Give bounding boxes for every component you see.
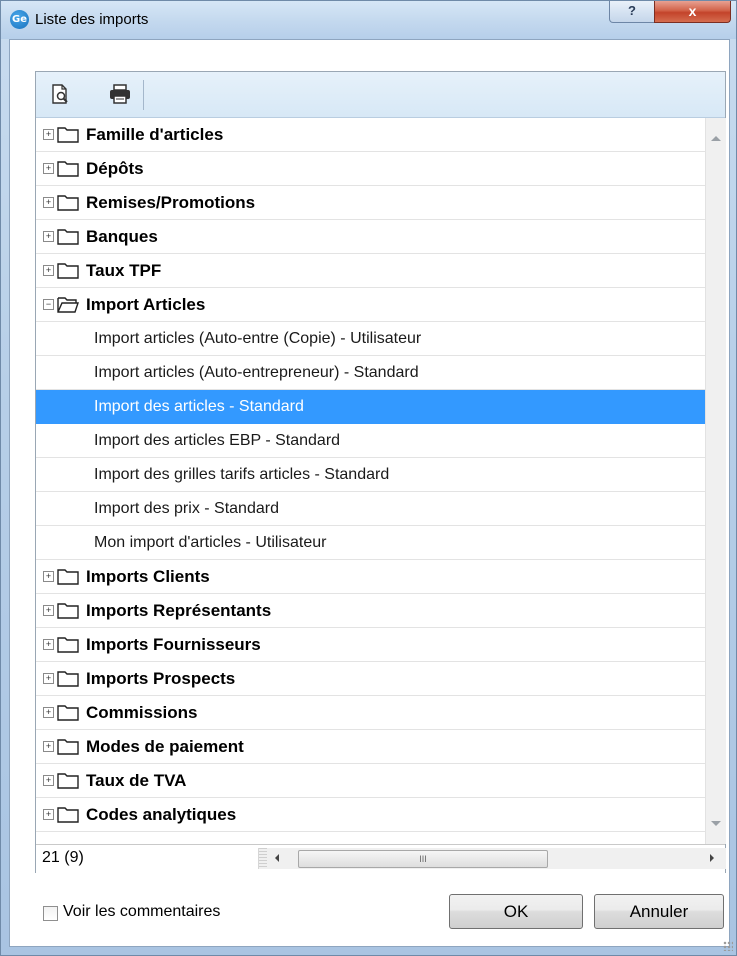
expand-icon[interactable]: + xyxy=(43,741,54,752)
folder-icon xyxy=(57,805,79,823)
folder-icon xyxy=(57,703,79,721)
app-logo-icon: Ge xyxy=(10,10,29,29)
expand-icon[interactable]: + xyxy=(43,809,54,820)
collapse-icon[interactable]: − xyxy=(43,299,54,310)
folder-icon xyxy=(57,737,79,755)
tree-item-row[interactable]: Import des prix - Standard xyxy=(36,492,705,526)
item-count: 21 (9) xyxy=(42,849,84,866)
expand-icon[interactable]: + xyxy=(43,197,54,208)
tree-item-row[interactable]: Mon import d'articles - Utilisateur xyxy=(36,526,705,560)
tree-group-label: Imports Fournisseurs xyxy=(86,635,261,654)
tree-item-row[interactable]: Import articles (Auto-entrepreneur) - St… xyxy=(36,356,705,390)
show-comments-label[interactable]: Voir les commentaires xyxy=(63,903,220,921)
tree-group-row[interactable]: + Codes analytiques xyxy=(36,798,705,832)
tree-item-row[interactable]: Import articles (Auto-entre (Copie) - Ut… xyxy=(36,322,705,356)
close-button[interactable]: x xyxy=(654,1,731,23)
tree-group-label: Imports Représentants xyxy=(86,601,272,620)
expand-icon[interactable]: + xyxy=(43,163,54,174)
scroll-down-icon[interactable] xyxy=(711,821,721,826)
toolbar xyxy=(36,72,725,118)
folder-icon xyxy=(57,125,79,143)
tree-group-row[interactable]: + Imports Représentants xyxy=(36,594,705,628)
expand-icon[interactable]: + xyxy=(43,707,54,718)
scroll-right-icon[interactable] xyxy=(710,854,714,862)
folder-icon xyxy=(57,159,79,177)
tree-group-label: Taux TPF xyxy=(86,261,162,280)
show-comments-checkbox[interactable] xyxy=(43,906,58,921)
help-button[interactable]: ? xyxy=(609,1,655,23)
tree-group-row[interactable]: + Remises/Promotions xyxy=(36,186,705,220)
expand-icon[interactable]: + xyxy=(43,231,54,242)
ok-button[interactable]: OK xyxy=(449,894,583,929)
folder-icon xyxy=(57,771,79,789)
tree-group-label: Import Articles xyxy=(86,295,206,314)
folder-icon xyxy=(57,227,79,245)
tree-item-label: Import des grilles tarifs articles - Sta… xyxy=(94,466,390,483)
tree-group-label: Modes de paiement xyxy=(86,737,244,756)
toolbar-separator xyxy=(143,80,144,110)
tree-group-label: Commissions xyxy=(86,703,198,722)
folder-icon xyxy=(57,193,79,211)
folder-icon xyxy=(57,261,79,279)
import-tree[interactable]: + Famille d'articles + Dépôts + Remises/Promo… xyxy=(36,118,705,844)
tree-group-row[interactable]: + Banques xyxy=(36,220,705,254)
tree-group-label: Banques xyxy=(86,227,158,246)
expand-icon[interactable]: + xyxy=(43,673,54,684)
printer-icon[interactable] xyxy=(108,82,132,106)
tree-group-row[interactable]: + Modes de paiement xyxy=(36,730,705,764)
tree-group-label: Taux de TVA xyxy=(86,771,187,790)
dialog-window: Ge Liste des imports ? x + Famille d'art… xyxy=(0,0,737,956)
window-title: Liste des imports xyxy=(35,11,149,28)
tree-item-label: Import des prix - Standard xyxy=(94,500,279,517)
tree-item-row[interactable]: Import des grilles tarifs articles - Sta… xyxy=(36,458,705,492)
folder-open-icon xyxy=(57,295,79,313)
tree-item-label: Mon import d'articles - Utilisateur xyxy=(94,534,327,551)
tree-item-label: Import articles (Auto-entre (Copie) - Ut… xyxy=(94,330,422,347)
vertical-scrollbar[interactable] xyxy=(705,118,726,844)
resize-grip-icon[interactable] xyxy=(723,941,733,951)
horizontal-scroll-thumb[interactable]: III xyxy=(298,850,548,868)
tree-group-row[interactable]: + Taux de TVA xyxy=(36,764,705,798)
tree-group-label: Imports Prospects xyxy=(86,669,236,688)
tree-group-row[interactable]: + Dépôts xyxy=(36,152,705,186)
status-bar: 21 (9) III xyxy=(36,844,726,873)
tree-item-label: Import des articles - Standard xyxy=(94,398,304,415)
tree-item-label: Import articles (Auto-entrepreneur) - St… xyxy=(94,364,419,381)
tree-group-row[interactable]: − Import Articles xyxy=(36,288,705,322)
import-list-panel: + Famille d'articles + Dépôts + Remises/Promo… xyxy=(35,71,726,873)
tree-group-label: Dépôts xyxy=(86,159,144,178)
horizontal-scrollbar[interactable]: III xyxy=(258,848,726,869)
tree-group-row[interactable]: + Imports Prospects xyxy=(36,662,705,696)
expand-icon[interactable]: + xyxy=(43,571,54,582)
expand-icon[interactable]: + xyxy=(43,265,54,276)
folder-icon xyxy=(57,635,79,653)
print-preview-icon[interactable] xyxy=(48,82,72,106)
tree-group-label: Codes analytiques xyxy=(86,805,237,824)
expand-icon[interactable]: + xyxy=(43,605,54,616)
expand-icon[interactable]: + xyxy=(43,129,54,140)
folder-icon xyxy=(57,601,79,619)
tree-group-label: Famille d'articles xyxy=(86,125,224,144)
title-bar[interactable]: Ge Liste des imports ? x xyxy=(1,1,736,39)
tree-group-row[interactable]: + Imports Clients xyxy=(36,560,705,594)
tree-group-row[interactable]: + Imports Fournisseurs xyxy=(36,628,705,662)
tree-item-row[interactable]: Import des articles EBP - Standard xyxy=(36,424,705,458)
tree-group-row[interactable]: + Famille d'articles xyxy=(36,118,705,152)
tree-item-label: Import des articles EBP - Standard xyxy=(94,432,341,449)
expand-icon[interactable]: + xyxy=(43,775,54,786)
tree-group-label: Remises/Promotions xyxy=(86,193,256,212)
folder-icon xyxy=(57,669,79,687)
tree-group-row[interactable]: + Commissions xyxy=(36,696,705,730)
tree-group-row[interactable]: + Taux TPF xyxy=(36,254,705,288)
tree-group-label: Imports Clients xyxy=(86,567,210,586)
cancel-button[interactable]: Annuler xyxy=(594,894,724,929)
scroll-up-icon[interactable] xyxy=(711,136,721,141)
scroll-left-icon[interactable] xyxy=(275,854,279,862)
expand-icon[interactable]: + xyxy=(43,639,54,650)
tree-item-row-selected[interactable]: Import des articles - Standard xyxy=(36,390,705,424)
splitter-grip[interactable] xyxy=(259,848,267,869)
folder-icon xyxy=(57,567,79,585)
